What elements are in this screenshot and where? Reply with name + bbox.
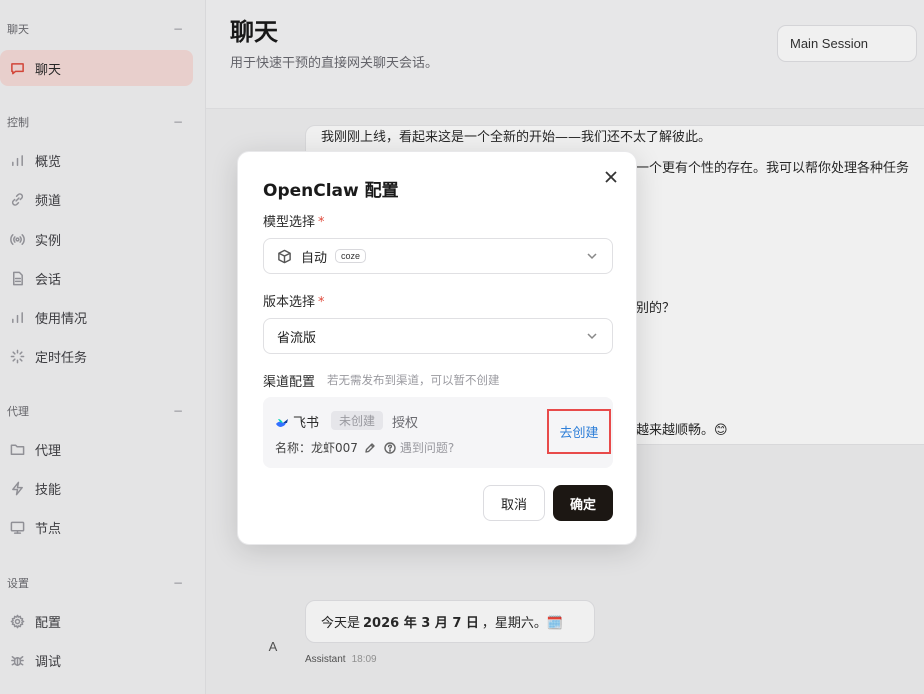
help-link[interactable]: 遇到问题? bbox=[400, 439, 454, 456]
model-label: 模型选择 * bbox=[263, 211, 325, 230]
cancel-button[interactable]: 取消 bbox=[483, 485, 545, 521]
required-mark: * bbox=[318, 295, 325, 310]
version-label: 版本选择 * bbox=[263, 291, 325, 310]
version-value: 省流版 bbox=[277, 330, 317, 346]
model-label-text: 模型选择 bbox=[263, 215, 316, 230]
cube-icon bbox=[277, 249, 292, 264]
chevron-down-icon bbox=[586, 250, 598, 262]
confirm-button[interactable]: 确定 bbox=[553, 485, 613, 521]
feishu-channel-card: 飞书 未创建 授权 名称：龙虾007 遇到问题? 去创建 bbox=[263, 397, 613, 468]
feishu-logo-icon bbox=[275, 414, 289, 427]
model-value: 自动 bbox=[301, 250, 328, 266]
auth-link[interactable]: 授权 bbox=[392, 412, 418, 431]
bot-name-row: 名称：龙虾007 遇到问题? bbox=[275, 439, 454, 456]
openclaw-config-dialog: OpenClaw 配置 模型选择 * 自动 coze 版本选择 * 省流版 渠道配置… bbox=[237, 151, 637, 545]
version-select[interactable]: 省流版 bbox=[263, 318, 613, 354]
channel-name: 飞书 bbox=[293, 416, 320, 431]
edit-icon[interactable] bbox=[364, 442, 376, 454]
required-mark: * bbox=[318, 215, 325, 230]
model-tag: coze bbox=[335, 249, 367, 263]
close-button[interactable] bbox=[600, 166, 622, 188]
version-label-text: 版本选择 bbox=[263, 295, 316, 310]
bot-name: 名称：龙虾007 bbox=[275, 441, 358, 455]
channel-label: 渠道配置 bbox=[263, 375, 316, 390]
chevron-down-icon bbox=[586, 330, 598, 342]
help-circle-icon[interactable] bbox=[384, 441, 396, 454]
dialog-title: OpenClaw 配置 bbox=[263, 181, 399, 201]
model-select[interactable]: 自动 coze bbox=[263, 238, 613, 274]
create-channel-button[interactable]: 去创建 bbox=[547, 409, 611, 454]
status-badge: 未创建 bbox=[331, 411, 384, 430]
channel-hint: 若无需发布到渠道，可以暂不创建 bbox=[327, 373, 500, 387]
close-icon bbox=[605, 171, 617, 183]
